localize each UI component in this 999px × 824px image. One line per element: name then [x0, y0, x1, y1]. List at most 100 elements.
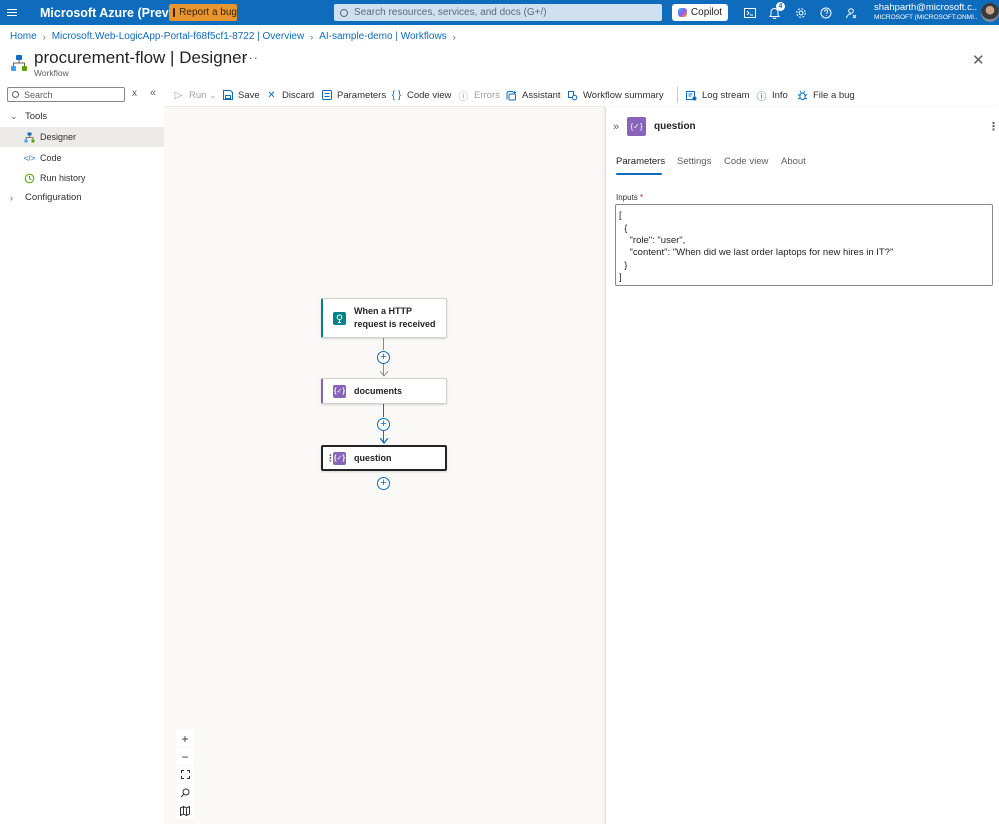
compose-icon: {✓}	[333, 384, 346, 398]
chevron-right-icon: ›	[452, 31, 456, 42]
sidebar-item-label: Code	[40, 153, 62, 163]
tab-code-view[interactable]: Code view	[724, 156, 768, 167]
file-bug-button[interactable]: File a bug	[797, 88, 855, 102]
add-step-button[interactable]: +	[377, 477, 390, 490]
clear-search-icon[interactable]: x	[132, 88, 137, 99]
more-options-icon[interactable]: ···	[243, 50, 259, 65]
breadcrumb: Home › Microsoft.Web-LogicApp-Portal-f68f…	[10, 31, 462, 42]
feedback-icon[interactable]	[843, 5, 858, 20]
action-node-question[interactable]: ⋮ {✓} question	[321, 445, 447, 471]
sidebar-item-run-history[interactable]: Run history	[0, 168, 164, 188]
code-view-button[interactable]: { } Code view	[391, 88, 452, 102]
command-separator	[677, 87, 678, 103]
nav-search-input[interactable]: Search	[7, 87, 125, 102]
chevron-down-icon: ⌄	[209, 90, 217, 100]
sidebar-item-designer[interactable]: Designer	[0, 127, 164, 147]
discard-label: Discard	[282, 89, 315, 101]
tab-parameters[interactable]: Parameters	[616, 156, 665, 167]
breadcrumb-home[interactable]: Home	[10, 31, 37, 42]
account-menu[interactable]: shahparth@microsoft.c... MICROSOFT (MICR…	[874, 3, 978, 23]
fit-view-icon	[180, 770, 190, 779]
info-button[interactable]: ⓘ Info	[756, 88, 788, 103]
assistant-label: Assistant	[522, 89, 561, 101]
search-icon	[12, 91, 19, 98]
log-stream-label: Log stream	[702, 89, 750, 101]
node-details-panel: » {✓} question ⋮ Parameters Settings Cod…	[605, 107, 999, 824]
portal-menu-icon[interactable]	[0, 0, 24, 25]
panel-title[interactable]: question	[654, 121, 696, 132]
parameters-button[interactable]: Parameters	[321, 88, 386, 102]
tab-about[interactable]: About	[781, 156, 806, 167]
report-bug-label: Report a bug	[179, 7, 237, 18]
tab-settings[interactable]: Settings	[677, 156, 711, 167]
errors-button[interactable]: ⓘ Errors	[458, 88, 500, 103]
insert-step-button[interactable]: +	[377, 418, 390, 431]
code-view-label: Code view	[407, 89, 452, 101]
connector-line	[383, 404, 384, 417]
settings-gear-icon[interactable]	[793, 5, 808, 20]
zoom-in-button[interactable]: +	[176, 730, 194, 747]
breadcrumb-logicapp[interactable]: Microsoft.Web-LogicApp-Portal-f68f5cf1-8…	[52, 31, 305, 42]
global-search-placeholder: Search resources, services, and docs (G+…	[354, 7, 547, 18]
connector-line	[383, 338, 384, 350]
node-label: When a HTTP request is received	[354, 306, 436, 329]
sidebar-item-label: Designer	[40, 132, 77, 142]
code-icon: </>	[23, 153, 36, 163]
nav-group-configuration[interactable]: › Configuration	[10, 192, 82, 203]
save-button[interactable]: Save	[222, 88, 260, 102]
chevron-right-icon: ›	[42, 31, 46, 42]
bug-icon	[173, 8, 176, 17]
insert-step-button[interactable]: +	[377, 351, 390, 364]
assistant-button[interactable]: Assistant	[506, 88, 561, 102]
inputs-line: ]	[619, 272, 622, 283]
breadcrumb-workflows[interactable]: AI-sample-demo | Workflows	[319, 31, 446, 42]
close-icon[interactable]: ✕	[972, 51, 985, 69]
panel-more-icon[interactable]: ⋮	[988, 120, 999, 133]
search-canvas-button[interactable]	[176, 784, 194, 801]
summary-icon	[567, 90, 578, 101]
save-label: Save	[238, 89, 260, 101]
info-circle-icon: ⓘ	[458, 91, 469, 103]
page-title-name: procurement-flow	[34, 48, 166, 67]
fit-view-button[interactable]	[176, 766, 194, 783]
report-bug-button[interactable]: Report a bug	[169, 4, 237, 21]
run-button[interactable]: ▷ Run ⌄	[173, 88, 217, 102]
connector-arrow	[380, 371, 388, 377]
global-search-input[interactable]: Search resources, services, and docs (G+…	[334, 4, 662, 21]
trigger-node-http-request[interactable]: When a HTTP request is received	[321, 298, 447, 338]
collapse-panel-icon[interactable]: »	[613, 121, 619, 133]
copilot-label: Copilot	[690, 7, 723, 18]
workflow-icon	[11, 55, 27, 71]
history-icon	[24, 173, 35, 184]
discard-button[interactable]: ✕ Discard	[266, 88, 314, 102]
action-node-documents[interactable]: {✓} documents	[321, 378, 447, 404]
parameters-label: Parameters	[337, 89, 387, 101]
nav-group-tools[interactable]: ⌄ Tools	[10, 111, 47, 122]
account-tenant: MICROSOFT (MICROSOFT.ONMI...	[874, 14, 978, 21]
designer-icon	[24, 132, 35, 143]
inputs-line: }	[619, 260, 628, 271]
page-title: procurement-flow | Designer	[34, 48, 247, 68]
avatar[interactable]	[981, 3, 999, 22]
notifications-badge: 4	[776, 2, 785, 11]
log-stream-button[interactable]: Log stream	[686, 88, 750, 102]
copilot-icon	[677, 8, 687, 17]
chevron-right-icon: ›	[310, 31, 314, 42]
copilot-button[interactable]: Copilot	[672, 4, 728, 21]
save-icon	[222, 90, 233, 101]
zoom-out-button[interactable]: −	[176, 748, 194, 765]
sidebar-item-label: Run history	[40, 173, 86, 183]
sidebar-item-code[interactable]: </> Code	[0, 148, 164, 168]
collapse-nav-icon[interactable]: «	[150, 87, 156, 99]
inputs-editor[interactable]: [ { "role": "user", "content": "When did…	[615, 204, 993, 286]
braces-icon: { }	[391, 89, 402, 101]
help-icon[interactable]	[818, 5, 833, 20]
http-request-icon	[333, 311, 346, 325]
page-subtitle: Workflow	[34, 68, 69, 78]
cloud-shell-icon[interactable]	[742, 5, 757, 20]
parameters-icon	[321, 90, 332, 101]
page-title-sep: |	[165, 48, 180, 67]
drag-handle-icon[interactable]: ⋮	[326, 453, 335, 464]
workflow-summary-button[interactable]: Workflow summary	[567, 88, 664, 102]
minimap-button[interactable]	[176, 802, 194, 819]
